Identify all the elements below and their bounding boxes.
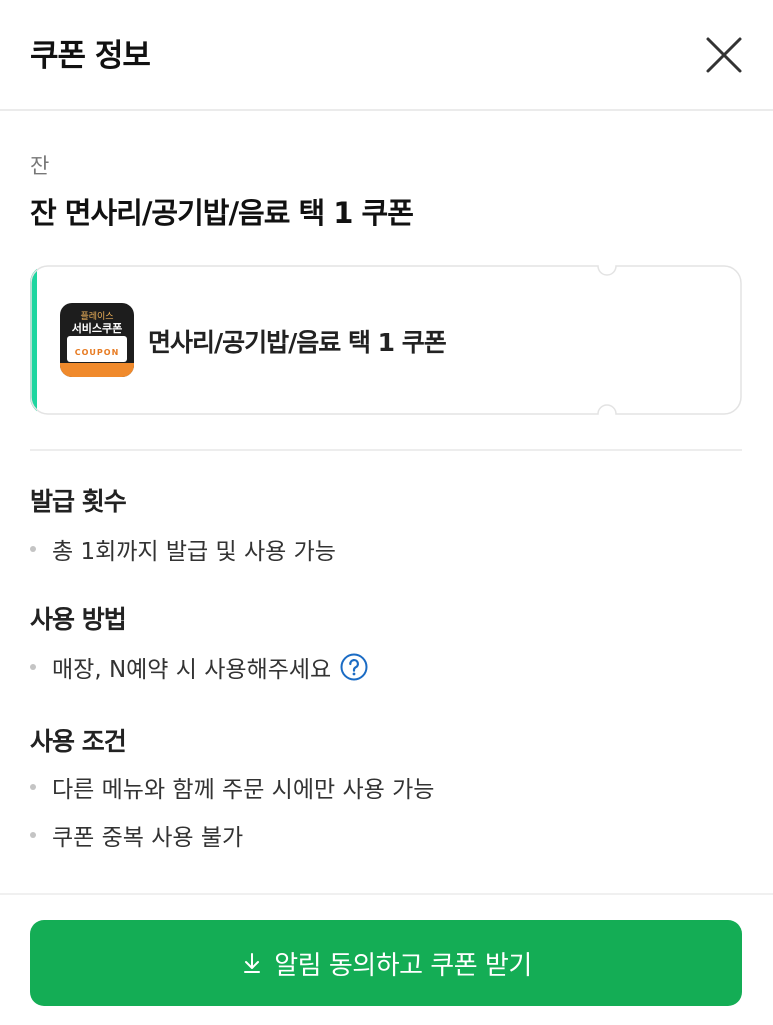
section-title-issue-count: 발급 횟수 <box>30 487 127 516</box>
bullet-dot <box>30 832 36 838</box>
page-title: 쿠폰 정보 <box>30 38 151 74</box>
section-title-usage-method: 사용 방법 <box>30 605 127 634</box>
download-icon <box>240 951 264 975</box>
header: 쿠폰 정보 <box>0 0 773 111</box>
list-item: 쿠폰 중복 사용 불가 <box>30 818 243 852</box>
section-title-usage-conditions: 사용 조건 <box>30 727 127 756</box>
get-coupon-button[interactable]: 알림 동의하고 쿠폰 받기 <box>30 920 742 1006</box>
list-item-text: 매장, N예약 시 사용해주세요 <box>52 657 332 683</box>
list-item: 다른 메뉴와 함께 주문 시에만 사용 가능 <box>30 770 434 804</box>
close-icon <box>706 37 742 73</box>
question-circle-icon[interactable] <box>339 652 369 682</box>
coupon-thumbnail: 플레이스 서비스쿠폰 COUPON <box>60 303 134 377</box>
list-item-text: 다른 메뉴와 함께 주문 시에만 사용 가능 <box>52 777 435 803</box>
thumb-label-main: 서비스쿠폰 <box>71 322 123 335</box>
bullet-dot <box>30 546 36 552</box>
list-item-text: 쿠폰 중복 사용 불가 <box>52 825 244 851</box>
coupon-card: 플레이스 서비스쿠폰 COUPON 면사리/공기밥/음료 택 1 쿠폰 <box>30 265 742 415</box>
thumb-ticket: COUPON <box>67 336 127 362</box>
bullet-dot <box>30 664 36 670</box>
list-item: 매장, N예약 시 사용해주세요 <box>30 650 369 684</box>
coupon-title: 잔 면사리/공기밥/음료 택 1 쿠폰 <box>30 196 414 230</box>
divider <box>30 449 742 451</box>
footer-divider <box>0 893 773 895</box>
list-item: 총 1회까지 발급 및 사용 가능 <box>30 532 336 566</box>
coupon-card-name: 면사리/공기밥/음료 택 1 쿠폰 <box>148 328 447 357</box>
close-button[interactable] <box>699 30 749 80</box>
bullet-dot <box>30 784 36 790</box>
thumb-stripe <box>60 363 134 377</box>
get-coupon-label: 알림 동의하고 쿠폰 받기 <box>274 950 532 981</box>
list-item-text: 총 1회까지 발급 및 사용 가능 <box>52 539 336 565</box>
thumb-coupon-label: COUPON <box>74 348 120 357</box>
store-name: 잔 <box>30 154 50 178</box>
